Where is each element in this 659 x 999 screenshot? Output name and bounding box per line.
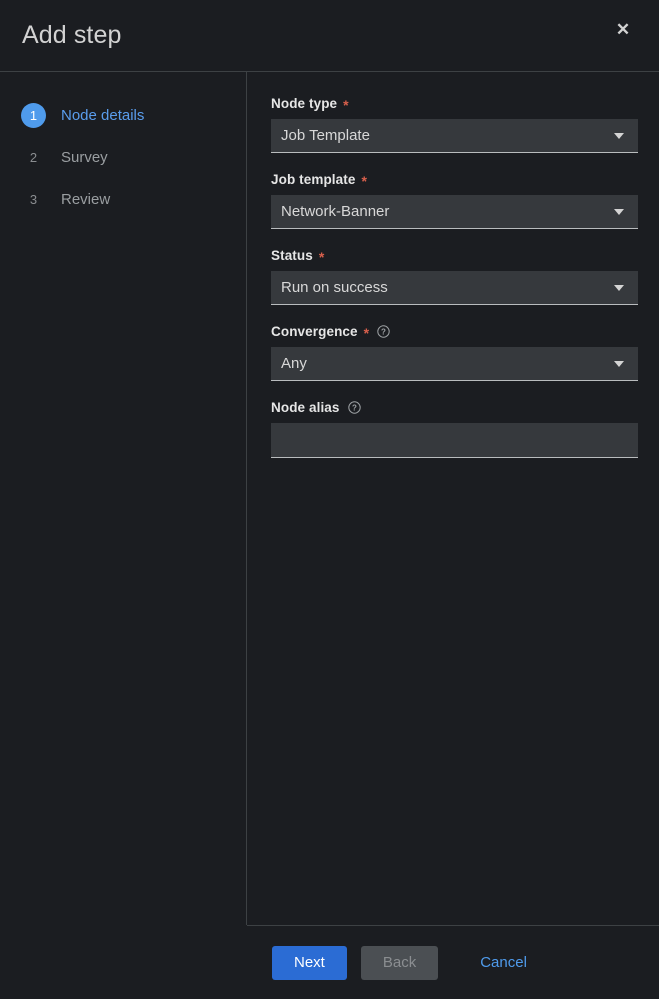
step-number-badge-3: 3 — [29, 191, 38, 207]
cancel-button[interactable]: Cancel — [472, 946, 535, 980]
back-button[interactable]: Back — [360, 945, 439, 980]
dialog-header: Add step ✕ — [0, 0, 659, 72]
svg-text:?: ? — [352, 404, 357, 413]
label-node-type: Node type * — [271, 96, 638, 113]
sidebar-item-survey[interactable]: 2 Survey — [0, 136, 246, 178]
label-status: Status * — [271, 248, 638, 265]
field-group-node-type: Node type * Job Template — [271, 96, 638, 153]
chevron-down-icon — [614, 360, 624, 367]
select-node-type[interactable]: Job Template — [271, 119, 638, 153]
help-circle-icon[interactable]: ? — [347, 401, 361, 414]
step-label-survey: Survey — [61, 148, 108, 166]
chevron-down-icon — [614, 208, 624, 215]
required-marker: * — [361, 172, 368, 189]
node-details-form: Node type * Job Template Job template * … — [247, 72, 659, 925]
close-icon[interactable]: ✕ — [605, 12, 641, 48]
select-value-status: Run on success — [281, 279, 388, 296]
required-marker: * — [318, 248, 325, 265]
select-value-job-template: Network-Banner — [281, 203, 390, 220]
select-status[interactable]: Run on success — [271, 271, 638, 305]
add-step-wizard-dialog: Add step ✕ 1 Node details 2 Survey 3 Rev… — [0, 0, 659, 999]
label-text-node-type: Node type — [271, 96, 338, 111]
dialog-footer: Next Back Cancel — [247, 925, 659, 999]
sidebar-item-node-details[interactable]: 1 Node details — [0, 94, 246, 136]
label-text-node-alias: Node alias — [271, 400, 340, 415]
field-group-status: Status * Run on success — [271, 248, 638, 305]
label-text-job-template: Job template — [271, 172, 356, 187]
field-group-job-template: Job template * Network-Banner — [271, 172, 638, 229]
wizard-step-nav: 1 Node details 2 Survey 3 Review — [0, 72, 247, 925]
label-text-convergence: Convergence — [271, 324, 358, 339]
step-number-badge-2: 2 — [29, 149, 38, 165]
sidebar-item-review[interactable]: 3 Review — [0, 178, 246, 220]
select-value-node-type: Job Template — [281, 127, 370, 144]
required-marker: * — [343, 96, 349, 113]
label-convergence: Convergence * ? — [271, 324, 638, 341]
dialog-body: 1 Node details 2 Survey 3 Review Node ty… — [0, 72, 659, 925]
field-group-convergence: Convergence * ? Any — [271, 324, 638, 381]
svg-text:?: ? — [381, 328, 386, 337]
chevron-down-icon — [614, 132, 624, 139]
step-label-review: Review — [61, 190, 111, 208]
chevron-down-icon — [614, 284, 624, 291]
select-convergence[interactable]: Any — [271, 347, 638, 381]
field-group-node-alias: Node alias ? — [271, 400, 638, 458]
required-marker: * — [363, 324, 370, 341]
select-job-template[interactable]: Network-Banner — [271, 195, 638, 229]
label-node-alias: Node alias ? — [271, 400, 638, 415]
node-alias-input[interactable] — [271, 423, 638, 457]
label-text-status: Status — [271, 248, 313, 263]
step-label-node-details: Node details — [61, 106, 145, 124]
help-circle-icon[interactable]: ? — [377, 325, 390, 338]
next-button[interactable]: Next — [272, 945, 347, 980]
step-number-badge-1: 1 — [21, 102, 46, 128]
select-value-convergence: Any — [281, 355, 307, 372]
input-wrapper-node-alias[interactable] — [271, 423, 638, 458]
page-title: Add step — [22, 21, 122, 49]
label-job-template: Job template * — [271, 172, 638, 189]
